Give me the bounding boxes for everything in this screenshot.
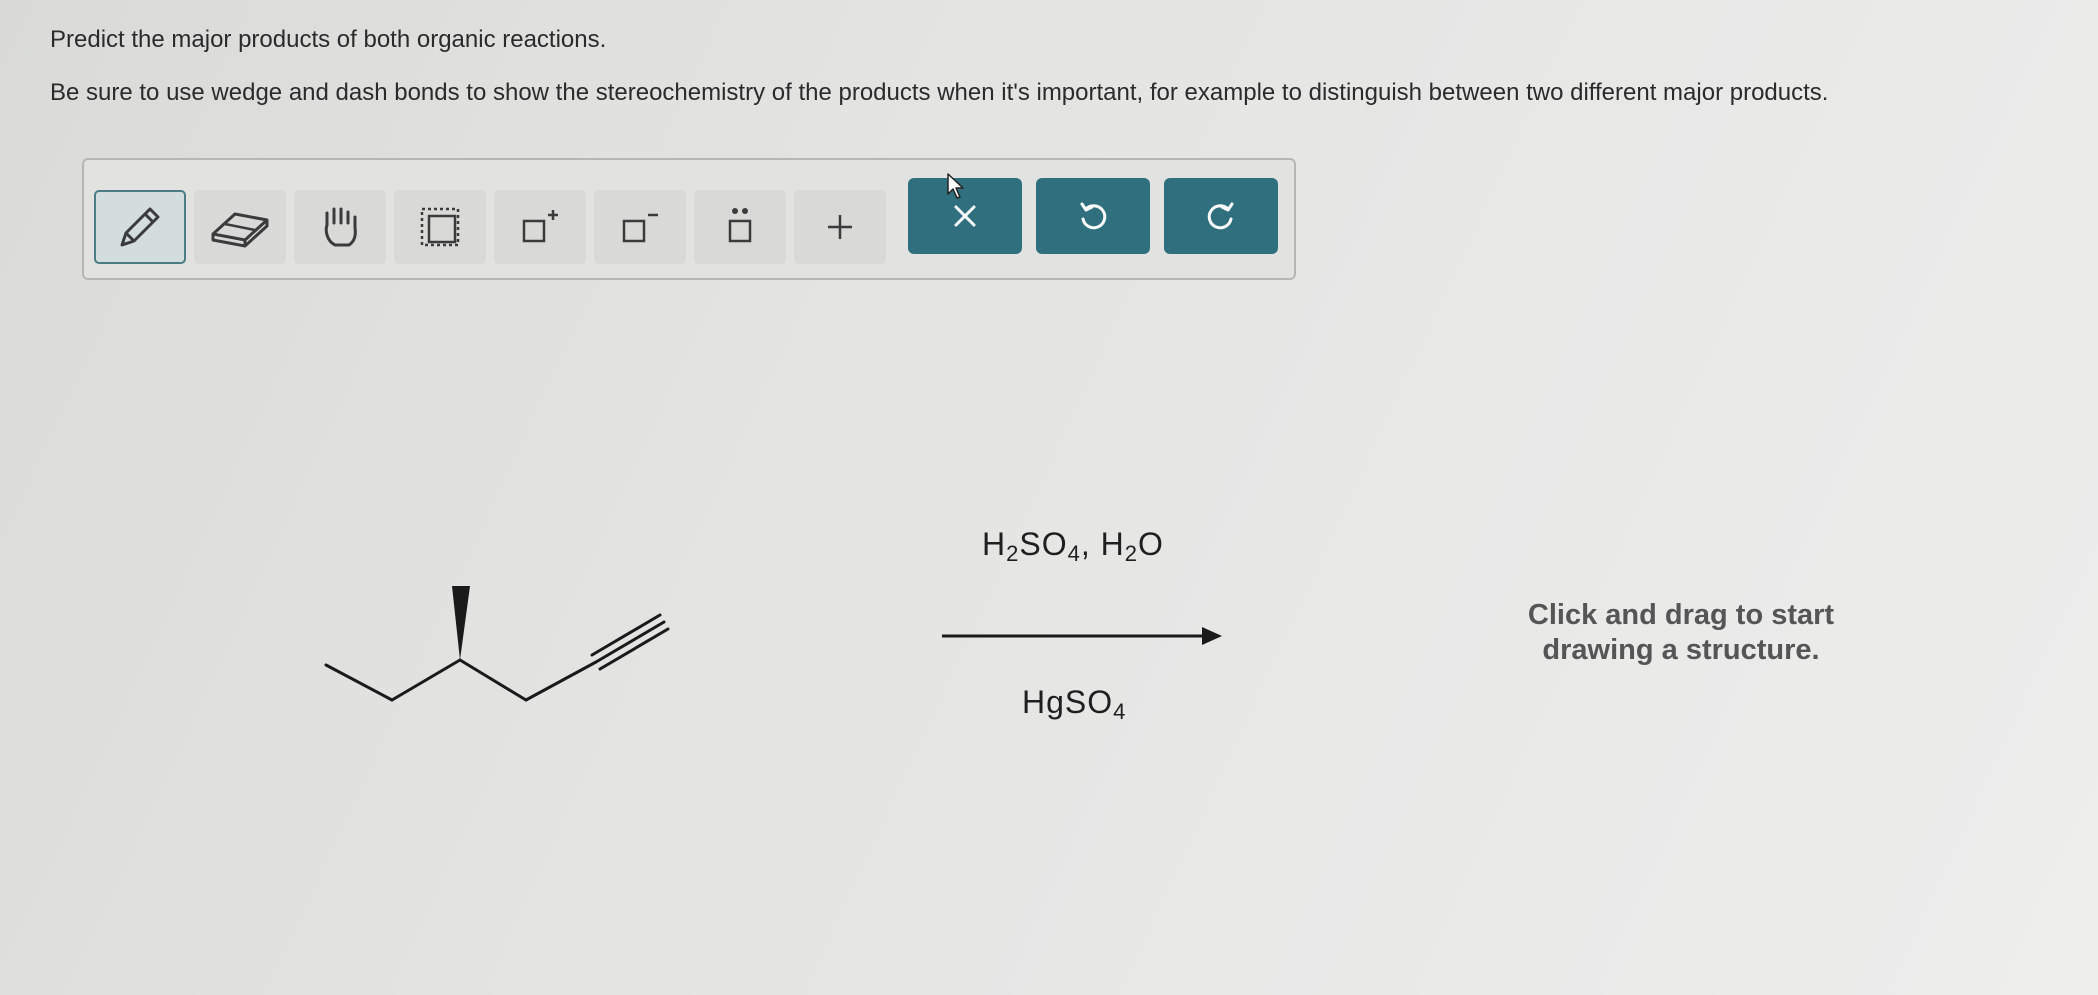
- starting-material-structure: [324, 613, 670, 702]
- reagents-above-arrow: H2SO4, H2O: [982, 526, 1164, 566]
- hint-line-1: Click and drag to start: [1527, 599, 1835, 631]
- drawing-area-hint[interactable]: Click and drag to start drawing a struct…: [1446, 598, 1916, 668]
- wedge-bond: [452, 586, 470, 660]
- reaction-canvas: [324, 586, 1222, 702]
- reaction-arrow-head: [1202, 627, 1222, 645]
- reagents-below-arrow: HgSO4: [1022, 684, 1127, 724]
- hint-line-2: drawing a structure.: [1542, 633, 1820, 666]
